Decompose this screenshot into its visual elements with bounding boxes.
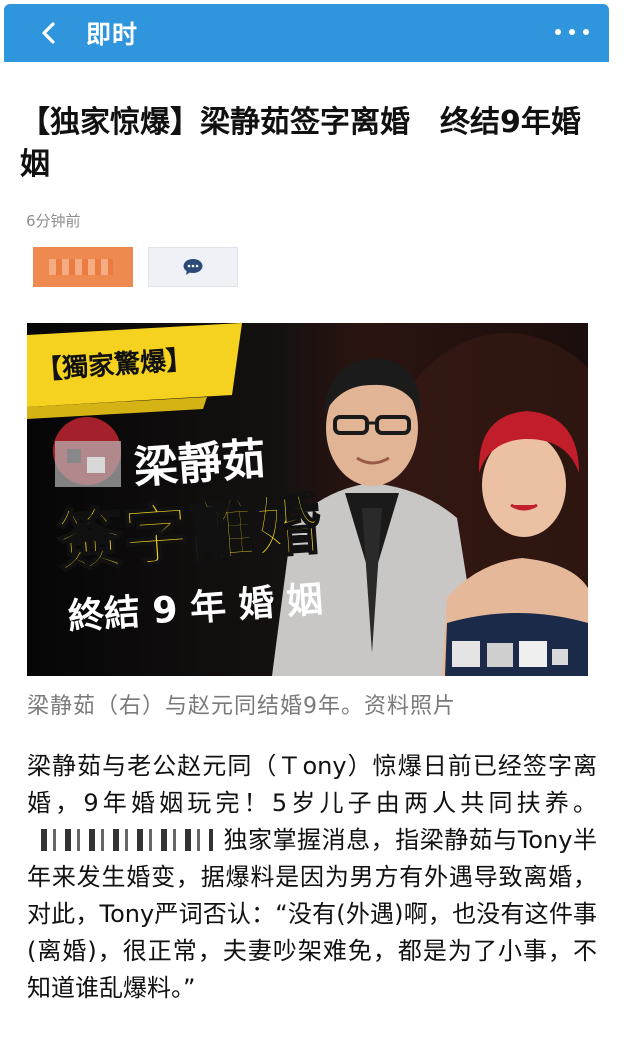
top-navigation-bar: 即时: [4, 4, 609, 62]
article-body: 梁静茹与老公赵元同（Ｔony）惊爆日前已经签字离婚，9年婚姻玩完！5岁儿子由两人…: [27, 748, 597, 1007]
censored-source-name: [41, 829, 213, 851]
more-options-button[interactable]: [555, 24, 589, 40]
comment-button[interactable]: [148, 247, 238, 287]
nav-title: 即时: [86, 20, 139, 49]
article-text-part2: 独家掌握消息，指梁静茹与Tony半年来发生婚变，据爆料是因为男方有外遇导致离婚，…: [27, 826, 597, 1002]
more-dot: [583, 29, 589, 35]
photo-name-text: 梁靜茹: [132, 434, 267, 494]
chevron-left-icon: [42, 22, 55, 44]
article-headline: 【独家惊爆】梁静茹签字离婚 终结9年婚姻: [20, 105, 581, 182]
photo-headline-text: 簽字離婚: [55, 486, 324, 581]
photo-caption: 梁静茹（右）与赵元同结婚9年。资料照片: [27, 694, 456, 719]
back-button[interactable]: [34, 18, 64, 48]
comment-bubble-icon: [183, 259, 203, 275]
more-dot: [569, 29, 575, 35]
blurred-source-name: [49, 259, 113, 275]
article-text-part1: 梁静茹与老公赵元同（Ｔony）惊爆日前已经签字离婚，9年婚姻玩完！5岁儿子由两人…: [27, 752, 597, 817]
source-tag[interactable]: [33, 247, 133, 287]
article-photo: 【獨家驚爆】 梁靜茹 簽字離婚 終結 9 年 婚 姻: [27, 323, 588, 676]
article-timestamp: 6分钟前: [26, 212, 81, 230]
more-dot: [555, 29, 561, 35]
